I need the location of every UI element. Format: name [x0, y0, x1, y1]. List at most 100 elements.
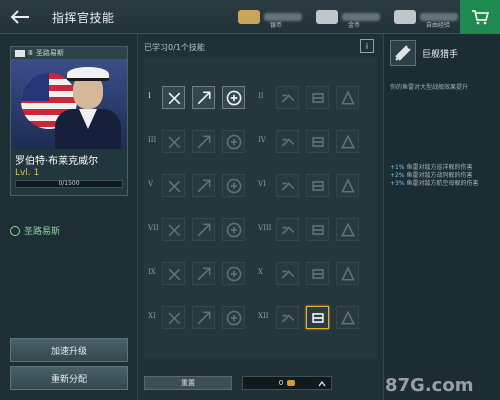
skill-slot[interactable]: [276, 306, 299, 329]
skill-slot[interactable]: [336, 306, 359, 329]
bonus-item: +3% 鱼雷对敌方航空母舰的伤害: [390, 180, 479, 187]
skill-slot[interactable]: [276, 174, 299, 197]
gold-label: 金币: [348, 22, 361, 29]
nation-label: 圣路易斯: [35, 49, 64, 57]
skill-icon: [197, 134, 211, 148]
torpedo-skill-icon: [390, 40, 416, 66]
skill-slot[interactable]: [336, 218, 359, 241]
skill-slot[interactable]: [192, 218, 215, 241]
skill-slot[interactable]: [222, 306, 245, 329]
skill-icon: [340, 221, 355, 237]
free-xp-currency[interactable]: 自由经验: [394, 4, 458, 30]
skill-slot[interactable]: [192, 262, 215, 285]
skill-icon: [197, 90, 211, 104]
skill-icon: [168, 268, 180, 280]
skill-slot[interactable]: [306, 86, 329, 109]
skill-slot[interactable]: [162, 86, 185, 109]
tier-label: VII: [148, 224, 159, 232]
speedup-button[interactable]: 加速升级: [10, 338, 128, 362]
commander-name: 罗伯特·布莱克威尔: [15, 156, 99, 167]
skill-icon: [197, 310, 211, 324]
skill-icon: [281, 181, 294, 191]
reset-button[interactable]: 重置: [144, 376, 232, 390]
skill-icon: [281, 137, 294, 147]
free-xp-icon: [394, 10, 416, 24]
skill-icon: [281, 93, 294, 103]
skill-slot[interactable]: [336, 262, 359, 285]
skills-panel: 已学习0/1个技能 i I II III IV V VI VII VIII IX X XI XII 重…: [138, 34, 383, 400]
skill-slot[interactable]: [192, 306, 215, 329]
skill-icon: [340, 89, 355, 105]
skill-slot[interactable]: [222, 262, 245, 285]
ship-icon: [10, 225, 20, 236]
skill-slot[interactable]: [276, 86, 299, 109]
skill-icon: [226, 178, 241, 193]
commander-level: Lvl. 1: [15, 168, 40, 178]
back-arrow-icon: [10, 10, 29, 24]
skill-slot[interactable]: [192, 174, 215, 197]
skill-icon: [226, 134, 241, 149]
skill-slot[interactable]: [222, 86, 245, 109]
skill-slot[interactable]: [162, 306, 185, 329]
skill-slot[interactable]: [162, 130, 185, 153]
skill-icon: [168, 92, 180, 104]
rank-icon: Ⅲ: [28, 49, 33, 57]
skill-slot[interactable]: [276, 218, 299, 241]
skill-slot[interactable]: [306, 218, 329, 241]
skill-icon: [281, 313, 294, 323]
chevron-up-icon[interactable]: [317, 379, 327, 389]
commander-portrait: [11, 59, 127, 149]
gold-currency[interactable]: 金币: [316, 4, 380, 30]
skill-slot[interactable]: [306, 130, 329, 153]
skill-slot[interactable]: [306, 306, 329, 329]
skill-slot[interactable]: [162, 262, 185, 285]
skill-icon: [226, 266, 241, 281]
skill-slot[interactable]: [162, 174, 185, 197]
gold-coin-icon: [316, 10, 338, 24]
assigned-ship[interactable]: 圣路易斯: [10, 224, 60, 237]
flag-canton: [21, 73, 49, 101]
skill-slot[interactable]: [306, 262, 329, 285]
tier-label: II: [258, 92, 264, 100]
commander-card[interactable]: Ⅲ 圣路易斯 罗伯特·布莱克威尔 Lvl. 1 0/1500: [10, 46, 128, 196]
nation-flag-icon: [15, 49, 25, 57]
skill-grid: I II III IV V VI VII VIII IX X XI XII: [144, 58, 378, 358]
skill-slot[interactable]: [276, 262, 299, 285]
skill-icon: [226, 310, 241, 325]
skill-slot[interactable]: [222, 174, 245, 197]
skill-slot[interactable]: [276, 130, 299, 153]
skill-points-box: 0: [242, 376, 332, 390]
silver-currency[interactable]: 银币: [238, 4, 302, 30]
info-button[interactable]: i: [360, 39, 374, 53]
skill-slot[interactable]: [336, 174, 359, 197]
skill-slot[interactable]: [306, 174, 329, 197]
skill-icon: [340, 265, 355, 281]
skill-description: 你的鱼雷对大型战舰效果提升: [390, 84, 469, 91]
skill-icon: [340, 133, 355, 149]
skill-slot[interactable]: [192, 130, 215, 153]
top-bar: 指挥官技能 银币 金币 自由经验: [0, 0, 500, 34]
skill-slot[interactable]: [222, 130, 245, 153]
redistribute-button[interactable]: 重新分配: [10, 366, 128, 390]
skill-icon: [311, 136, 324, 147]
skill-icon: [311, 268, 324, 279]
skill-icon: [168, 312, 180, 324]
tier-label: I: [148, 92, 151, 100]
back-button[interactable]: [8, 6, 32, 28]
skill-icon: [311, 224, 324, 235]
skill-icon: [311, 312, 324, 323]
commander-panel: Ⅲ 圣路易斯 罗伯特·布莱克威尔 Lvl. 1 0/1500 圣路易斯 加速升级…: [0, 34, 138, 400]
skill-icon: [197, 266, 211, 280]
skill-slot[interactable]: [336, 130, 359, 153]
ship-name: 圣路易斯: [24, 227, 61, 237]
skill-slot[interactable]: [192, 86, 215, 109]
skill-slot[interactable]: [162, 218, 185, 241]
skill-slot[interactable]: [222, 218, 245, 241]
store-button[interactable]: [460, 0, 500, 34]
silver-label: 银币: [270, 22, 283, 29]
skill-slot[interactable]: [336, 86, 359, 109]
skill-icon: [281, 269, 294, 279]
coin-icon: [287, 380, 296, 386]
bonus-item: +2% 鱼雷对敌方战列舰的伤害: [390, 172, 473, 179]
skill-detail-panel: 巨舰猎手 你的鱼雷对大型战舰效果提升 +1% 鱼雷对敌方巡洋舰的伤害 +2% 鱼…: [383, 34, 500, 400]
